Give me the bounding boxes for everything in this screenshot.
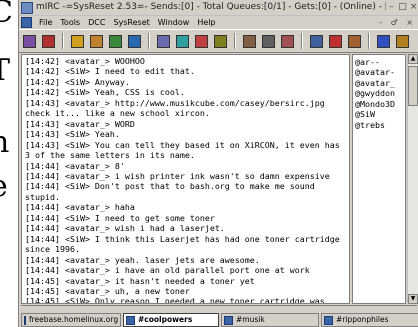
switchbar-tab[interactable]: #coolpowers — [123, 313, 219, 327]
chat-message: [14:44] <SiW> I need to get some toner — [25, 212, 215, 223]
scroll-thumb[interactable] — [408, 66, 418, 106]
nick-item[interactable]: @Mondo3D — [355, 99, 403, 109]
about-icon[interactable] — [394, 33, 411, 50]
chat-message: [14:44] <avatar_> wish i had a laserjet. — [25, 223, 225, 234]
minimize-button[interactable]: – — [386, 0, 397, 15]
dcc-chat-icon[interactable] — [155, 33, 172, 50]
cascade-icon[interactable] — [260, 33, 277, 50]
slide-letter: T — [0, 53, 11, 88]
chat-message: [14:45] <SiW> Only reason I needed a new… — [25, 296, 325, 304]
chat-message: [14:42] <SiW> I need to edit that. — [25, 66, 195, 77]
nick-item[interactable]: @avatar_ — [355, 78, 403, 88]
timer-icon[interactable] — [308, 33, 325, 50]
chat-log[interactable]: [14:42] <avatar_> WOOHOO [14:42] <SiW> I … — [21, 54, 350, 304]
toolbar-separator — [368, 33, 370, 49]
switchbar-tab[interactable]: #musik — [221, 313, 319, 327]
title-bar: mIRC -=SysReset 2.53=- Sends:[0] - Total… — [19, 0, 418, 16]
switchbar: freebase.homelinux.org SiW #coolpowers #mu… — [19, 313, 418, 327]
chat-message: [14:42] <avatar_> WOOHOO — [25, 56, 145, 66]
toolbar-separator — [62, 33, 64, 49]
chat-message: [14:44] <avatar_> i wish printer ink was… — [25, 170, 330, 181]
scroll-up-icon[interactable]: ▲ — [408, 54, 418, 64]
menu-dcc[interactable]: DCC — [84, 16, 109, 29]
nick-item[interactable]: @SiW — [355, 109, 403, 119]
nick-item[interactable]: @avatar- — [355, 67, 403, 77]
chat-message: [14:44] <avatar_> yeah. laser jets are a… — [25, 254, 260, 265]
chat-message: [14:45] <avatar_> it hasn't needed a ton… — [25, 275, 255, 286]
nick-list[interactable]: @ar-- @avatar- @avatar_ @gwyddon @Mondo3D @Si… — [352, 54, 406, 304]
options-icon[interactable] — [69, 33, 86, 50]
menu-help[interactable]: Help — [193, 16, 219, 29]
menu-sysreset[interactable]: SysReset — [109, 16, 153, 29]
arrange-icon[interactable] — [279, 33, 296, 50]
window-icon — [24, 315, 26, 325]
slide-letter: h — [0, 128, 9, 158]
tile-icon[interactable] — [241, 33, 258, 50]
chat-message: [14:42] <SiW> Yeah, CSS is cool. — [25, 87, 185, 98]
chat-message: [14:44] <avatar_> i have an old parallel… — [25, 265, 310, 276]
chat-message: [14:44] <avatar_> 8' — [25, 160, 125, 171]
slide-letter: e — [0, 172, 8, 202]
address-book-icon[interactable] — [88, 33, 105, 50]
toolbar-separator — [234, 33, 236, 49]
chat-message: [14:44] <SiW> Don't post that to bash.or… — [25, 181, 320, 202]
switchbar-tab[interactable]: freebase.homelinux.org SiW — [21, 313, 121, 327]
window-title: mIRC -=SysReset 2.53=- Sends:[0] - Total… — [36, 2, 386, 12]
toolbar — [19, 30, 418, 53]
nick-item[interactable]: @gwyddon — [355, 88, 403, 98]
menu-window[interactable]: Window — [154, 16, 194, 29]
channel-pane: [14:42] <avatar_> WOOHOO [14:42] <SiW> I … — [21, 54, 418, 304]
chat-message: [14:42] <SiW> Anyway. — [25, 76, 130, 87]
chat-scrollbar[interactable]: ▲ ▼ — [407, 54, 418, 304]
chat-message: [14:44] <SiW> I think this Laserjet has … — [25, 233, 345, 255]
dcc-send-icon[interactable] — [126, 33, 143, 50]
mirc-window: mIRC -=SysReset 2.53=- Sends:[0] - Total… — [18, 0, 418, 327]
switchbar-tab-label: #ripponphiles — [336, 315, 389, 324]
connect-icon[interactable] — [40, 33, 57, 50]
close-button[interactable]: × — [408, 0, 418, 15]
switchbar-tab-label: freebase.homelinux.org SiW — [29, 315, 120, 324]
script-icon[interactable] — [212, 33, 229, 50]
window-icon — [224, 315, 233, 325]
chat-message: [14:43] <SiW> You can tell they based it… — [25, 139, 345, 161]
nick-item[interactable]: @trebs — [355, 120, 403, 130]
scroll-down-icon[interactable]: ▼ — [408, 294, 418, 304]
toolbar-separator — [301, 33, 303, 49]
menu-file[interactable]: File — [35, 16, 56, 29]
channels-list-icon[interactable] — [107, 33, 124, 50]
help-icon[interactable] — [346, 33, 363, 50]
switchbar-tab-label: #coolpowers — [138, 315, 193, 324]
switchbar-tab[interactable]: #ripponphiles — [321, 313, 418, 327]
notify-icon[interactable] — [174, 33, 191, 50]
menu-tools[interactable]: Tools — [56, 16, 84, 29]
switchbar-tab-label: #musik — [236, 315, 265, 324]
nick-item[interactable]: @ar-- — [355, 57, 403, 67]
window-icon — [324, 315, 333, 325]
chat-message: [14:43] <avatar_> http://www.musikcube.c… — [25, 97, 330, 119]
log-icon[interactable] — [193, 33, 210, 50]
input-bar[interactable] — [21, 305, 417, 313]
channel-window-icon[interactable] — [21, 17, 32, 28]
colors-icon[interactable] — [327, 33, 344, 50]
maximize-button[interactable]: □ — [397, 0, 408, 15]
mdi-controls[interactable]: - ♂ × — [379, 16, 418, 29]
chat-message: [14:43] <SiW> Yeah. — [25, 129, 120, 140]
toolbar-separator — [148, 33, 150, 49]
mirc-app-icon — [21, 1, 33, 14]
slide-letter: C — [0, 0, 13, 30]
web-icon[interactable] — [375, 33, 392, 50]
chat-message: [14:45] <avatar_> uh, a new toner — [25, 285, 190, 296]
chat-message: [14:43] <avatar_> WORD — [25, 118, 135, 129]
chat-message: [14:44] <avatar_> haha — [25, 202, 135, 213]
menu-bar: File Tools DCC SysReset Window Help - ♂ … — [19, 16, 418, 30]
window-icon — [126, 315, 135, 325]
wand-icon[interactable] — [21, 33, 38, 50]
